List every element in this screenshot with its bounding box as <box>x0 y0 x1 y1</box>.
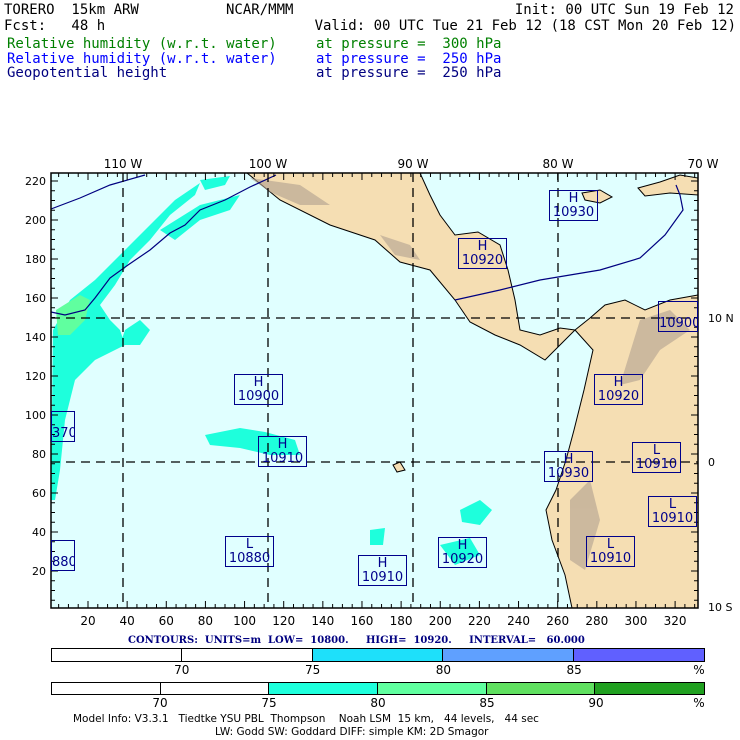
rh300-colorbar <box>51 682 705 695</box>
y-tick-label: 100 <box>25 409 46 422</box>
colorbar-label: 85 <box>566 663 582 677</box>
colorbar-label: % <box>693 663 705 677</box>
pressure-center-label: 370 <box>51 411 75 442</box>
colorbar-segment <box>573 649 704 661</box>
pressure-center-label: H 10920 <box>438 537 487 568</box>
colorbar-segment <box>312 649 444 661</box>
colorbar-label: 90 <box>588 696 604 710</box>
lon-label: 90 W <box>397 157 429 171</box>
pressure-center-label: H 10930 <box>544 451 593 482</box>
lon-label: 80 W <box>542 157 574 171</box>
lon-label: 70 W <box>687 157 719 171</box>
x-tick-label: 40 <box>119 614 135 628</box>
lat-label: 0 <box>708 456 715 469</box>
y-tick-label: 60 <box>32 487 46 500</box>
x-tick-label: 20 <box>80 614 96 628</box>
x-tick-label: 220 <box>467 614 491 628</box>
x-tick-label: 140 <box>311 614 335 628</box>
y-tick-label: 180 <box>25 253 46 266</box>
x-tick-label: 200 <box>428 614 452 628</box>
pressure-center-label: 10900 <box>658 301 698 332</box>
x-tick-label: 240 <box>507 614 530 628</box>
contour-info: CONTOURS: UNITS=m LOW= 10800. HIGH= 1092… <box>128 635 585 646</box>
x-tick-label: 100 <box>233 614 256 628</box>
y-tick-label: 80 <box>32 448 46 461</box>
colorbar-segment <box>443 649 574 661</box>
colorbar-label: 70 <box>174 663 190 677</box>
colorbar-label: 75 <box>261 696 277 710</box>
colorbar-segment <box>160 683 270 694</box>
x-tick-label: 260 <box>546 614 570 628</box>
colorbar-label: 70 <box>152 696 168 710</box>
pressure-center-label: L 10910 <box>586 536 635 567</box>
colorbar-label: 75 <box>304 663 321 677</box>
x-tick-label: 60 <box>158 614 174 628</box>
colorbar-label: % <box>693 696 705 710</box>
pressure-center-label: H 10920 <box>594 374 643 405</box>
y-tick-label: 220 <box>25 175 46 188</box>
pressure-center-label: L 10910 <box>632 442 681 473</box>
x-tick-label: 80 <box>197 614 214 628</box>
lon-label: 110 W <box>103 157 143 171</box>
lat-label: 10 N <box>708 312 734 325</box>
x-tick-label: 120 <box>272 614 296 628</box>
lon-label: 100 W <box>248 157 288 171</box>
rh250-colorbar <box>51 648 705 662</box>
pressure-center-label: H 10910 <box>258 436 307 467</box>
colorbar-label: 80 <box>370 696 386 710</box>
colorbar-segment <box>595 683 704 694</box>
y-tick-label: 140 <box>25 331 46 344</box>
pressure-center-label: H 10910 <box>358 555 407 586</box>
lat-label: 10 S <box>708 601 733 614</box>
x-tick-label: 280 <box>585 614 609 628</box>
model-physics: LW: Godd SW: Goddard DIFF: simple KM: 2D… <box>215 726 489 738</box>
weather-map <box>50 172 699 609</box>
y-tick-label: 40 <box>32 526 46 539</box>
colorbar-segment <box>52 649 183 661</box>
pressure-center-label: H 10930 <box>549 190 598 221</box>
pressure-center-label: L 10910 <box>648 496 697 527</box>
pressure-center-label: 880 <box>51 540 75 571</box>
colorbar-segment <box>52 683 161 694</box>
pressure-center-label: L 10880 <box>225 536 274 567</box>
rh-patch <box>370 528 385 545</box>
colorbar-label: 85 <box>479 696 495 710</box>
x-tick-label: 180 <box>389 614 413 628</box>
colorbar-segment <box>182 649 313 661</box>
x-tick-label: 300 <box>624 614 648 628</box>
model-info: Model Info: V3.3.1 Tiedtke YSU PBL Thomp… <box>73 713 539 725</box>
colorbar-segment <box>377 683 487 694</box>
y-tick-label: 200 <box>25 214 46 227</box>
x-tick-label: 160 <box>350 614 374 628</box>
colorbar-segment <box>269 683 378 694</box>
pressure-center-label: H 10920 <box>458 238 507 269</box>
colorbar-segment <box>486 683 596 694</box>
y-tick-label: 120 <box>25 370 46 383</box>
y-tick-label: 20 <box>32 565 46 578</box>
colorbar-label: 80 <box>435 663 452 677</box>
x-tick-label: 320 <box>663 614 687 628</box>
y-tick-label: 160 <box>25 292 46 305</box>
pressure-center-label: H 10900 <box>234 374 283 405</box>
